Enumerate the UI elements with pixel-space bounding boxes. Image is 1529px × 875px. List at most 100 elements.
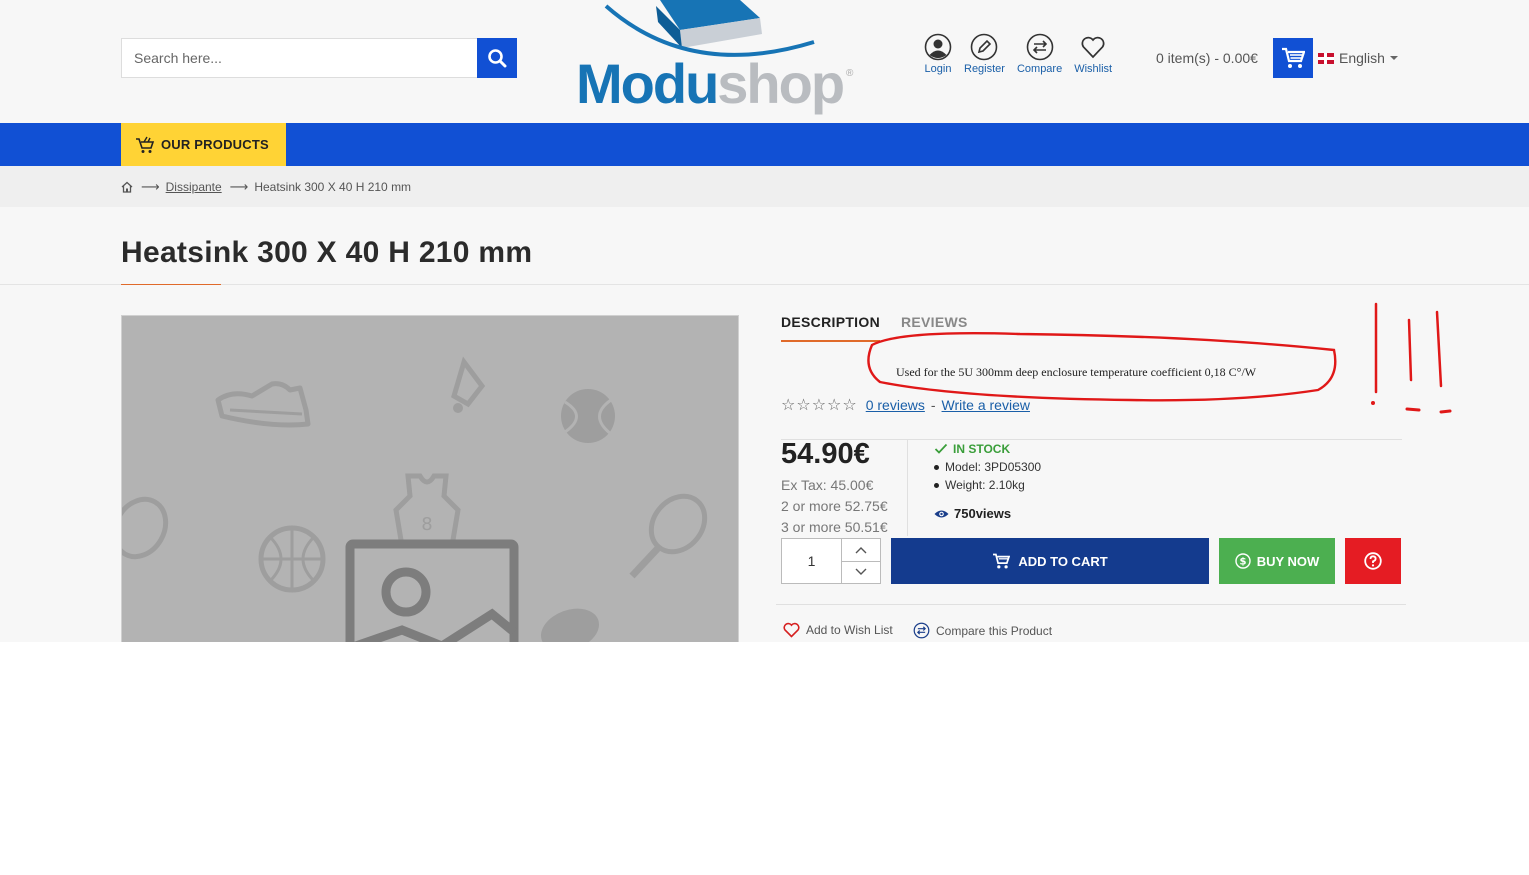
- svg-text:8: 8: [421, 514, 432, 535]
- product-weight: Weight: 2.10kg: [934, 478, 1025, 492]
- register-link[interactable]: Register: [964, 33, 1005, 75]
- login-label: Login: [924, 63, 952, 75]
- logo-wordmark: Modushop: [576, 52, 845, 115]
- views-label: 750views: [954, 506, 1012, 521]
- annotation-dot-3: [1439, 409, 1452, 414]
- breadcrumb-separator: ⟶: [141, 179, 160, 194]
- compare-label: Compare: [1016, 63, 1063, 75]
- svg-text:$: $: [1239, 557, 1246, 568]
- breadcrumb-current: Heatsink 300 X 40 H 210 mm: [254, 180, 412, 194]
- wishlist-label: Wishlist: [1074, 63, 1113, 75]
- product-model: Model: 3PD05300: [934, 460, 1041, 474]
- heart-icon: [783, 622, 800, 638]
- model-label: Model: 3PD05300: [945, 460, 1042, 474]
- rating-separator: -: [930, 397, 936, 413]
- tab-description[interactable]: DESCRIPTION: [781, 314, 880, 342]
- basket-icon: [136, 136, 155, 153]
- quantity-increase-button[interactable]: [842, 539, 880, 562]
- quantity-decrease-button[interactable]: [842, 561, 880, 583]
- add-to-cart-label: ADD TO CART: [1018, 553, 1108, 569]
- breadcrumb: ⟶ Dissipante ⟶ Heatsink 300 X 40 H 210 m…: [121, 179, 411, 195]
- search-icon: [488, 49, 507, 68]
- register-label: Register: [964, 63, 1005, 75]
- chevron-down-icon: [855, 568, 867, 576]
- uk-flag-icon: [1318, 52, 1334, 64]
- cart-button[interactable]: [1273, 38, 1313, 78]
- weight-label: Weight: 2.10kg: [945, 478, 1025, 492]
- add-to-wishlist-label: Add to Wish List: [806, 623, 893, 637]
- pencil-icon: [971, 33, 998, 61]
- breadcrumb-bar: ⟶ Dissipante ⟶ Heatsink 300 X 40 H 210 m…: [0, 166, 1529, 207]
- buy-now-label: BUY NOW: [1256, 553, 1320, 569]
- compare-icon: [913, 622, 930, 639]
- tab-reviews[interactable]: REVIEWS: [901, 314, 968, 342]
- logo-registered-mark: ®: [846, 68, 854, 79]
- breadcrumb-separator: ⟶: [229, 179, 249, 194]
- search-bar: [121, 38, 517, 78]
- write-review-link[interactable]: Write a review: [942, 397, 1030, 413]
- star-rating-icon: ☆☆☆☆☆: [781, 397, 858, 414]
- language-selector[interactable]: English: [1318, 50, 1398, 66]
- add-to-wishlist-link[interactable]: Add to Wish List: [783, 622, 893, 638]
- chevron-down-icon: [1389, 56, 1398, 60]
- login-link[interactable]: Login: [924, 33, 952, 75]
- title-divider: [0, 284, 1529, 285]
- annotation-dot-1: [1371, 401, 1375, 405]
- rating-row: ☆☆☆☆☆ 0 reviews - Write a review: [781, 395, 1030, 415]
- cart-summary[interactable]: 0 item(s) - 0.00€: [1156, 50, 1258, 66]
- price-divider: [781, 439, 1402, 440]
- reviews-link[interactable]: 0 reviews: [866, 397, 925, 413]
- chevron-up-icon: [855, 546, 867, 554]
- cart-icon: [1282, 47, 1305, 68]
- product-price: 54.90€: [781, 438, 870, 470]
- site-logo[interactable]: Modushop ®: [570, 0, 870, 123]
- compare-product-link[interactable]: Compare this Product: [913, 622, 1052, 639]
- search-button[interactable]: [477, 38, 517, 78]
- quantity-discount: 3 or more 50.51€: [781, 519, 888, 535]
- actions-divider: [776, 604, 1406, 605]
- our-products-label: OUR PRODUCTS: [161, 137, 269, 152]
- compare-product-label: Compare this Product: [936, 623, 1053, 638]
- buy-now-button[interactable]: $ BUY NOW: [1219, 538, 1335, 584]
- wishlist-link[interactable]: Wishlist: [1074, 33, 1112, 75]
- price-vertical-divider: [907, 440, 908, 536]
- annotation-dot-2: [1405, 407, 1421, 412]
- add-to-cart-button[interactable]: ADD TO CART: [891, 538, 1209, 584]
- quantity-stepper: [781, 538, 881, 584]
- quantity-input[interactable]: [782, 539, 841, 583]
- breadcrumb-category-link[interactable]: Dissipante: [166, 180, 222, 194]
- stock-label: IN STOCK: [953, 442, 1011, 456]
- compare-icon: [1026, 33, 1053, 61]
- placeholder-image-icon: 8: [122, 356, 708, 642]
- dollar-circle-icon: $: [1234, 553, 1251, 569]
- heart-icon: [1081, 36, 1105, 59]
- user-icon: [924, 33, 952, 61]
- cart-icon: [993, 553, 1011, 569]
- bullet-icon: [934, 464, 939, 470]
- annotation-mark-3: [1435, 310, 1443, 388]
- product-image[interactable]: 8: [121, 315, 739, 642]
- quantity-discount: 2 or more 52.75€: [781, 498, 888, 514]
- check-icon: [934, 443, 948, 454]
- bullet-icon: [934, 482, 939, 488]
- ex-tax-price: Ex Tax: 45.00€: [781, 477, 874, 493]
- quantity-buttons: [841, 539, 880, 583]
- ask-question-button[interactable]: [1345, 538, 1401, 584]
- product-views: 750views: [934, 506, 1011, 521]
- eye-icon: [934, 510, 949, 517]
- page-area: Modushop ® Login Register: [0, 0, 1529, 642]
- question-circle-icon: [1364, 552, 1382, 570]
- product-description: Used for the 5U 300mm deep enclosure tem…: [896, 365, 1257, 379]
- stock-status: IN STOCK: [934, 442, 1010, 456]
- title-accent-underline: [121, 284, 221, 285]
- search-input[interactable]: [121, 38, 477, 78]
- annotation-mark-2: [1407, 318, 1413, 382]
- home-icon[interactable]: [121, 181, 133, 193]
- product-tabs: DESCRIPTION REVIEWS: [781, 314, 968, 342]
- page-title: Heatsink 300 X 40 H 210 mm: [121, 236, 533, 269]
- user-links: Login Register Compare Wishlist: [924, 33, 1124, 75]
- main-navbar: OUR PRODUCTS: [0, 123, 1529, 166]
- our-products-button[interactable]: OUR PRODUCTS: [121, 123, 286, 166]
- language-label: English: [1339, 50, 1385, 66]
- compare-link[interactable]: Compare: [1017, 33, 1062, 75]
